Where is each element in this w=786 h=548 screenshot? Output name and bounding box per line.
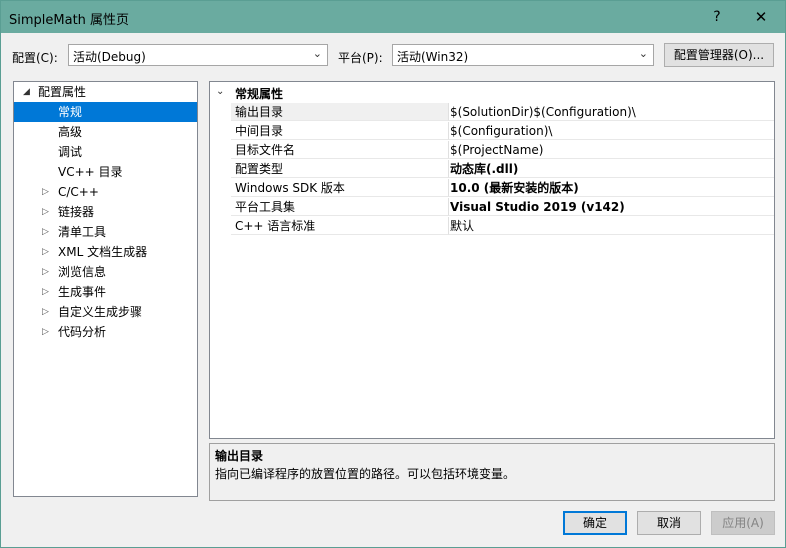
tree-root-label: 配置属性 xyxy=(38,85,87,99)
property-name: C++ 语言标准 xyxy=(231,217,449,235)
row-gutter xyxy=(210,160,231,179)
platform-dropdown[interactable]: 活动(Win32) ⌄ xyxy=(392,44,654,66)
property-value[interactable]: 10.0 (最新安装的版本) xyxy=(449,179,774,197)
apply-button[interactable]: 应用(A) xyxy=(711,511,775,535)
tree-item-c-cpp[interactable]: ▷ C/C++ xyxy=(14,182,197,202)
tree-item-label: C/C++ xyxy=(58,185,99,199)
row-gutter xyxy=(210,103,231,122)
description-title: 输出目录 xyxy=(215,449,264,463)
collapsed-triangle-icon[interactable]: ▷ xyxy=(42,282,49,302)
collapsed-triangle-icon[interactable]: ▷ xyxy=(42,222,49,242)
property-name: 中间目录 xyxy=(231,122,449,140)
tree-item-label: 常规 xyxy=(58,105,83,119)
tree-item-manifest-tool[interactable]: ▷ 清单工具 xyxy=(14,222,197,242)
tree-item-vc-directories[interactable]: VC++ 目录 xyxy=(14,162,197,182)
property-row[interactable]: 配置类型 动态库(.dll) xyxy=(210,160,774,179)
property-row[interactable]: 输出目录 $(SolutionDir)$(Configuration)\ xyxy=(210,103,774,122)
tree-item-xml-doc-generator[interactable]: ▷ XML 文档生成器 xyxy=(14,242,197,262)
platform-value: 活动(Win32) xyxy=(397,50,469,64)
config-dropdown[interactable]: 活动(Debug) ⌄ xyxy=(68,44,328,66)
property-name: 配置类型 xyxy=(231,160,449,178)
tree-item-advanced[interactable]: 高级 xyxy=(14,122,197,142)
property-value[interactable]: 动态库(.dll) xyxy=(449,160,774,178)
property-value[interactable]: $(ProjectName) xyxy=(449,141,774,159)
row-gutter xyxy=(210,198,231,217)
tree-item-linker[interactable]: ▷ 链接器 xyxy=(14,202,197,222)
property-value[interactable]: 默认 xyxy=(449,217,774,235)
help-button[interactable]: ? xyxy=(695,1,739,33)
tree-item-code-analysis[interactable]: ▷ 代码分析 xyxy=(14,322,197,342)
tree-item-label: 生成事件 xyxy=(58,285,107,299)
property-name: 目标文件名 xyxy=(231,141,449,159)
row-gutter xyxy=(210,179,231,198)
property-row[interactable]: C++ 语言标准 默认 xyxy=(210,217,774,236)
tree-item-debugging[interactable]: 调试 xyxy=(14,142,197,162)
title-bar[interactable]: SimpleMath 属性页 ? ✕ xyxy=(1,1,785,33)
collapsed-triangle-icon[interactable]: ▷ xyxy=(42,202,49,222)
collapsed-triangle-icon[interactable]: ▷ xyxy=(42,242,49,262)
tree-item-label: 自定义生成步骤 xyxy=(58,305,143,319)
expanded-triangle-icon[interactable]: ◢ xyxy=(23,82,30,102)
tree-item-custom-build-step[interactable]: ▷ 自定义生成步骤 xyxy=(14,302,197,322)
property-name: 平台工具集 xyxy=(231,198,449,216)
property-grid[interactable]: ⌄ 常规属性 输出目录 $(SolutionDir)$(Configuratio… xyxy=(209,81,775,439)
category-tree[interactable]: ◢ 配置属性 常规 高级 调试 VC++ 目录 ▷ C/C++ ▷ 链接器 ▷ … xyxy=(13,81,198,497)
tree-item-label: 链接器 xyxy=(58,205,95,219)
row-gutter xyxy=(210,141,231,160)
property-value[interactable]: $(SolutionDir)$(Configuration)\ xyxy=(449,103,774,121)
description-text: 指向已编译程序的放置位置的路径。可以包括环境变量。 xyxy=(215,467,516,481)
property-value[interactable]: $(Configuration)\ xyxy=(449,122,774,140)
chevron-down-icon[interactable]: ⌄ xyxy=(216,86,224,97)
chevron-down-icon: ⌄ xyxy=(638,47,648,60)
property-row[interactable]: 中间目录 $(Configuration)\ xyxy=(210,122,774,141)
row-gutter xyxy=(210,217,231,236)
collapsed-triangle-icon[interactable]: ▷ xyxy=(42,322,49,342)
tree-item-build-events[interactable]: ▷ 生成事件 xyxy=(14,282,197,302)
collapsed-triangle-icon[interactable]: ▷ xyxy=(42,302,49,322)
chevron-down-icon: ⌄ xyxy=(312,47,322,60)
ok-button[interactable]: 确定 xyxy=(563,511,627,535)
property-name: 输出目录 xyxy=(231,103,449,121)
tree-item-label: XML 文档生成器 xyxy=(58,245,148,259)
tree-item-label: 浏览信息 xyxy=(58,265,107,279)
tree-item-label: 代码分析 xyxy=(58,325,107,339)
config-value: 活动(Debug) xyxy=(73,50,146,64)
platform-label: 平台(P): xyxy=(338,51,383,65)
property-row[interactable]: 平台工具集 Visual Studio 2019 (v142) xyxy=(210,198,774,217)
collapsed-triangle-icon[interactable]: ▷ xyxy=(42,262,49,282)
config-manager-button[interactable]: 配置管理器(O)... xyxy=(664,43,774,67)
tree-item-browse-info[interactable]: ▷ 浏览信息 xyxy=(14,262,197,282)
close-button[interactable]: ✕ xyxy=(739,1,783,33)
collapsed-triangle-icon[interactable]: ▷ xyxy=(42,182,49,202)
property-row[interactable]: 目标文件名 $(ProjectName) xyxy=(210,141,774,160)
description-panel: 输出目录 指向已编译程序的放置位置的路径。可以包括环境变量。 xyxy=(209,443,775,501)
property-value[interactable]: Visual Studio 2019 (v142) xyxy=(449,198,774,216)
property-row[interactable]: Windows SDK 版本 10.0 (最新安装的版本) xyxy=(210,179,774,198)
window-title: SimpleMath 属性页 xyxy=(9,13,130,28)
row-gutter xyxy=(210,122,231,141)
category-label: 常规属性 xyxy=(235,87,284,101)
cancel-button[interactable]: 取消 xyxy=(637,511,701,535)
tree-item-general[interactable]: 常规 xyxy=(14,102,197,122)
tree-item-label: VC++ 目录 xyxy=(58,165,123,179)
tree-item-label: 高级 xyxy=(58,125,83,139)
tree-item-label: 调试 xyxy=(58,145,83,159)
tree-item-label: 清单工具 xyxy=(58,225,107,239)
properties-dialog: SimpleMath 属性页 ? ✕ 配置(C): 活动(Debug) ⌄ 平台… xyxy=(0,0,786,548)
property-name: Windows SDK 版本 xyxy=(231,179,449,197)
property-category-general[interactable]: ⌄ 常规属性 xyxy=(210,85,774,102)
tree-root-config-properties[interactable]: ◢ 配置属性 xyxy=(14,82,197,102)
config-label: 配置(C): xyxy=(12,51,58,65)
